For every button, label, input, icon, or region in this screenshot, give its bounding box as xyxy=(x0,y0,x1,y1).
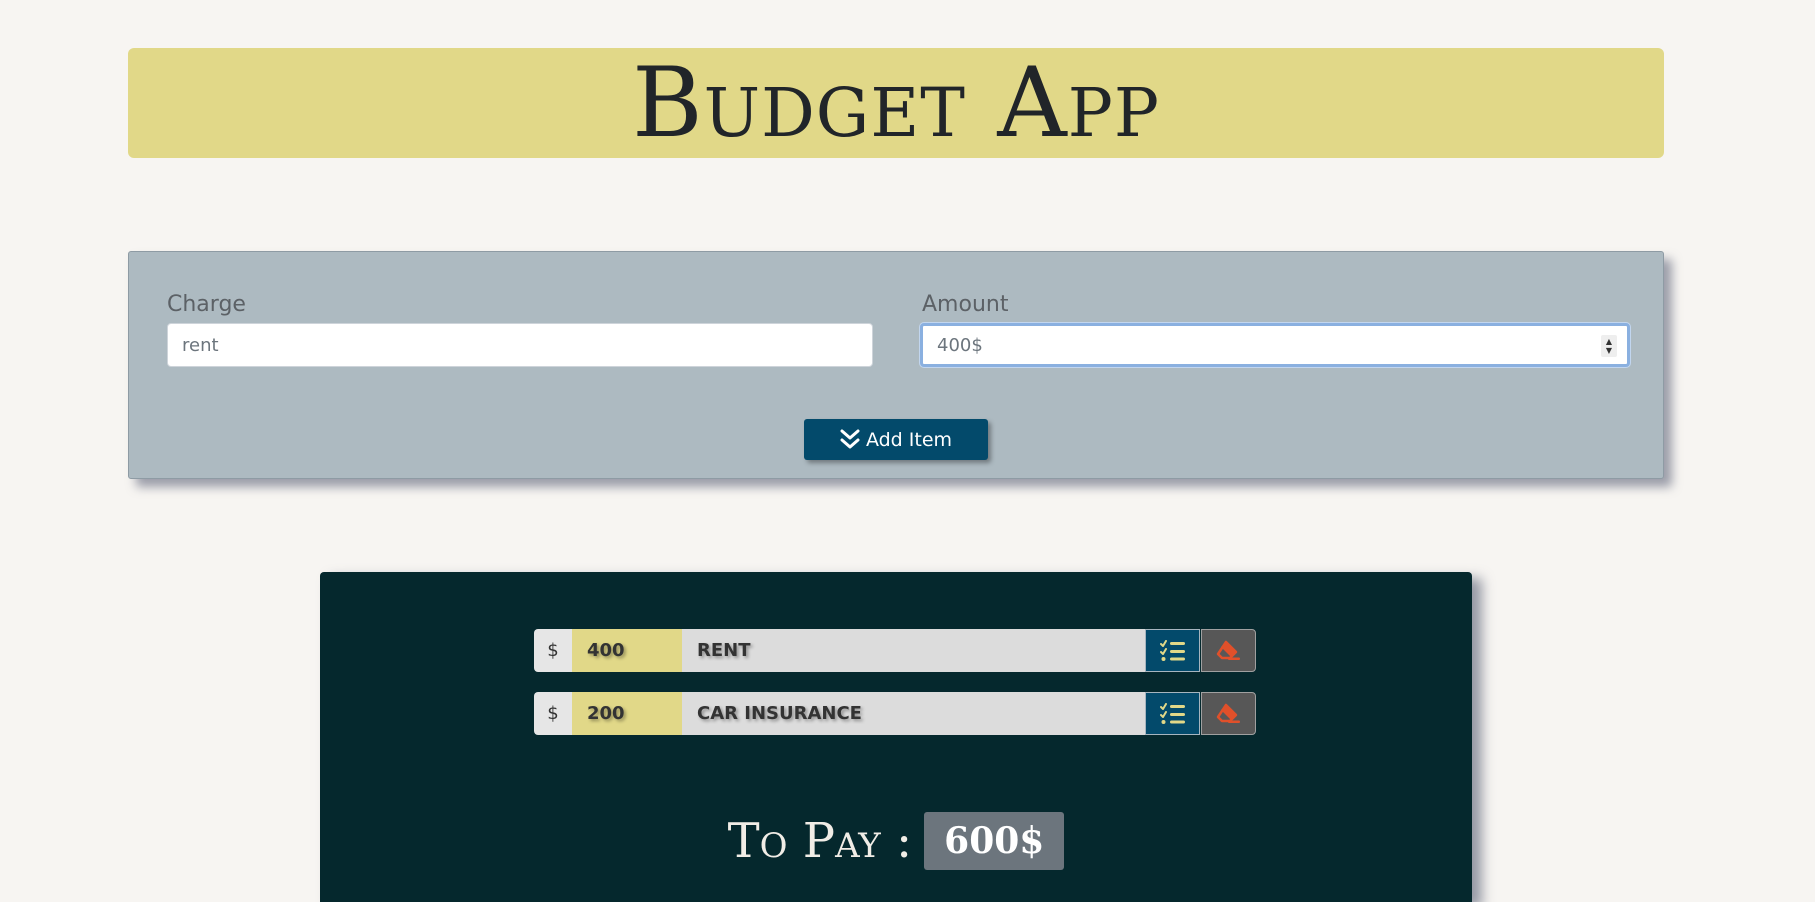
edit-item-button[interactable] xyxy=(1145,629,1200,672)
eraser-icon xyxy=(1216,640,1240,660)
delete-item-button[interactable] xyxy=(1201,692,1256,735)
list-item: $ 200 CAR INSURANCE xyxy=(534,692,1256,735)
charge-label: Charge xyxy=(167,292,246,317)
total-label: To Pay : xyxy=(727,813,913,869)
amount-input-value: 400$ xyxy=(937,334,983,356)
amount-spinner[interactable]: ▲ ▼ xyxy=(1601,335,1617,357)
expense-list: $ 400 RENT $ 200 CAR INSURANCE To Pay: … xyxy=(320,572,1472,902)
charge-input-value: rent xyxy=(182,334,219,356)
item-charge: RENT xyxy=(682,629,1145,672)
double-chevron-down-icon xyxy=(840,429,860,448)
expense-form: Charge rent Amount 400$ ▲ ▼ Add Item xyxy=(128,251,1664,479)
item-charge: CAR INSURANCE xyxy=(682,692,1145,735)
edit-item-button[interactable] xyxy=(1145,692,1200,735)
item-amount: 400 xyxy=(572,629,682,672)
list-check-icon xyxy=(1159,639,1185,661)
spinner-up-icon[interactable]: ▲ xyxy=(1606,337,1612,346)
app-header: Budget App xyxy=(128,48,1664,158)
amount-input[interactable]: 400$ ▲ ▼ xyxy=(920,323,1630,367)
spinner-down-icon[interactable]: ▼ xyxy=(1606,346,1612,355)
app-title: Budget App xyxy=(632,47,1160,159)
eraser-icon xyxy=(1216,703,1240,723)
list-item: $ 400 RENT xyxy=(534,629,1256,672)
item-amount: 200 xyxy=(572,692,682,735)
charge-input[interactable]: rent xyxy=(167,323,873,367)
item-currency: $ xyxy=(534,629,572,672)
add-item-label: Add Item xyxy=(865,428,953,451)
amount-label: Amount xyxy=(922,292,1009,317)
delete-item-button[interactable] xyxy=(1201,629,1256,672)
item-currency: $ xyxy=(534,692,572,735)
total-value: 600$ xyxy=(924,812,1065,870)
add-item-button[interactable]: Add Item xyxy=(804,419,988,460)
total-section: To Pay : 600$ xyxy=(320,812,1472,870)
list-check-icon xyxy=(1159,702,1185,724)
